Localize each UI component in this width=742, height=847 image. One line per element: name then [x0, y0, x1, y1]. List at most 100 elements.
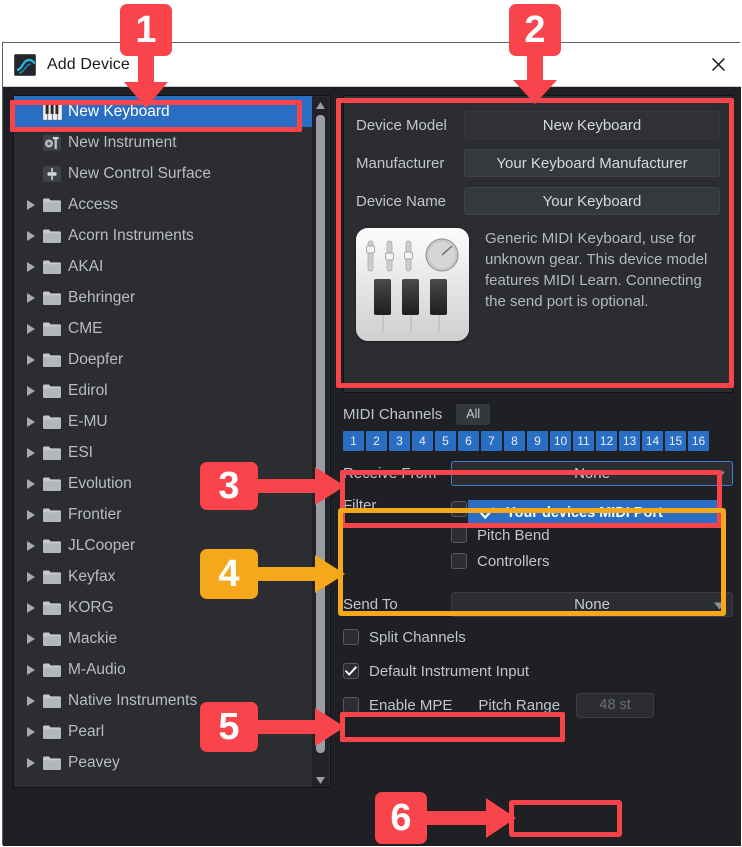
- midi-channel-7[interactable]: 7: [481, 431, 502, 451]
- tree-item-m-audio[interactable]: M-Audio: [14, 654, 312, 685]
- chevron-right-icon[interactable]: [22, 664, 40, 675]
- chevron-right-icon[interactable]: [22, 385, 40, 396]
- manufacturer-label: Manufacturer: [356, 154, 445, 172]
- filter-program-change-checkbox[interactable]: [451, 501, 467, 517]
- annotation-badge-3: 3: [200, 462, 258, 510]
- scrollbar-thumb[interactable]: [316, 115, 325, 753]
- tree-item-doepfer[interactable]: Doepfer: [14, 344, 312, 375]
- receive-from-combobox[interactable]: None: [451, 461, 733, 486]
- midi-keyboard-icon: [356, 228, 469, 341]
- annotation-arrow-4: [255, 555, 345, 593]
- folder-icon: [40, 787, 64, 788]
- tree-item-label: CME: [68, 319, 103, 337]
- midi-channel-2[interactable]: 2: [366, 431, 387, 451]
- chevron-right-icon[interactable]: [22, 633, 40, 644]
- filter-controllers-checkbox[interactable]: [451, 553, 467, 569]
- chevron-right-icon[interactable]: [22, 726, 40, 737]
- tree-item-mackie[interactable]: Mackie: [14, 623, 312, 654]
- split-channels-row[interactable]: Split Channels: [343, 622, 733, 652]
- close-icon[interactable]: [695, 43, 741, 86]
- midi-channel-11[interactable]: 11: [573, 431, 594, 451]
- chevron-right-icon[interactable]: [22, 199, 40, 210]
- chevron-right-icon[interactable]: [22, 354, 40, 365]
- tree-item-label: M-Audio: [68, 660, 126, 678]
- tree-item-acorn-instruments[interactable]: Acorn Instruments: [14, 220, 312, 251]
- scroll-down-icon[interactable]: [312, 772, 329, 787]
- tree-item-e-mu[interactable]: E-MU: [14, 406, 312, 437]
- folder-icon: [40, 291, 64, 305]
- midi-channel-12[interactable]: 12: [596, 431, 617, 451]
- folder-icon: [40, 632, 64, 646]
- tree-scrollbar[interactable]: [312, 97, 329, 787]
- tree-item-new-instrument[interactable]: New Instrument: [14, 127, 312, 158]
- filter-option-label: Controllers: [477, 552, 550, 570]
- midi-channel-5[interactable]: 5: [435, 431, 456, 451]
- annotation-badge-2: 2: [509, 4, 561, 56]
- tree-item-presonus[interactable]: PreSonus: [14, 778, 312, 788]
- chevron-right-icon[interactable]: [22, 416, 40, 427]
- midi-channels-label: MIDI Channels: [343, 405, 443, 423]
- midi-channel-16[interactable]: 16: [688, 431, 709, 451]
- filter-controllers-row[interactable]: Controllers: [451, 548, 733, 574]
- chevron-right-icon[interactable]: [22, 261, 40, 272]
- device-tree-list[interactable]: New Keyboard New Instrument New Control Su…: [14, 96, 312, 788]
- chevron-right-icon[interactable]: [22, 540, 40, 551]
- send-to-value: None: [574, 596, 610, 613]
- chevron-right-icon[interactable]: [22, 447, 40, 458]
- midi-channel-14[interactable]: 14: [642, 431, 663, 451]
- midi-channel-13[interactable]: 13: [619, 431, 640, 451]
- tree-item-label: PreSonus: [68, 785, 136, 788]
- midi-channel-10[interactable]: 10: [550, 431, 571, 451]
- fader-icon: [40, 165, 64, 182]
- split-channels-checkbox[interactable]: [343, 629, 359, 645]
- chevron-right-icon[interactable]: [22, 323, 40, 334]
- tree-item-label: Acorn Instruments: [68, 226, 194, 244]
- tree-item-akai[interactable]: AKAI: [14, 251, 312, 282]
- midi-channel-9[interactable]: 9: [527, 431, 548, 451]
- filter-pitch-bend-checkbox[interactable]: [451, 527, 467, 543]
- chevron-right-icon[interactable]: [22, 695, 40, 706]
- chevron-right-icon[interactable]: [22, 757, 40, 768]
- midi-channel-4[interactable]: 4: [412, 431, 433, 451]
- folder-icon: [40, 570, 64, 584]
- default-instrument-input-row[interactable]: Default Instrument Input: [343, 656, 733, 686]
- midi-channel-15[interactable]: 15: [665, 431, 686, 451]
- midi-channel-buttons[interactable]: 1 2 3 4 5 6 7 8 9 10 11 12 13 14 15 16: [343, 431, 733, 451]
- enable-mpe-checkbox[interactable]: [343, 697, 359, 713]
- chevron-right-icon[interactable]: [22, 292, 40, 303]
- tree-item-esi[interactable]: ESI: [14, 437, 312, 468]
- enable-mpe-row: Enable MPE Pitch Range 48 st: [343, 690, 733, 720]
- receive-from-dropdown-option[interactable]: Your devices MIDI Port: [468, 500, 720, 526]
- midi-channel-6[interactable]: 6: [458, 431, 479, 451]
- tree-item-new-control-surface[interactable]: New Control Surface: [14, 158, 312, 189]
- tree-item-korg[interactable]: KORG: [14, 592, 312, 623]
- piano-keys-icon: [40, 103, 64, 120]
- midi-channel-1[interactable]: 1: [343, 431, 364, 451]
- folder-icon: [40, 539, 64, 553]
- tree-item-edirol[interactable]: Edirol: [14, 375, 312, 406]
- chevron-right-icon[interactable]: [22, 230, 40, 241]
- default-instrument-input-checkbox[interactable]: [343, 663, 359, 679]
- tree-item-access[interactable]: Access: [14, 189, 312, 220]
- chevron-right-icon[interactable]: [22, 478, 40, 489]
- tree-item-cme[interactable]: CME: [14, 313, 312, 344]
- chevron-right-icon[interactable]: [22, 602, 40, 613]
- tree-item-label: Mackie: [68, 629, 118, 647]
- annotation-badge-4: 4: [200, 549, 258, 599]
- device-name-input[interactable]: Your Keyboard: [464, 187, 720, 215]
- manufacturer-input[interactable]: Your Keyboard Manufacturer: [464, 149, 720, 177]
- receive-from-row: Receive From None: [343, 460, 733, 487]
- tree-item-peavey[interactable]: Peavey: [14, 747, 312, 778]
- midi-channel-8[interactable]: 8: [504, 431, 525, 451]
- midi-channel-3[interactable]: 3: [389, 431, 410, 451]
- tree-item-behringer[interactable]: Behringer: [14, 282, 312, 313]
- chevron-right-icon[interactable]: [22, 509, 40, 520]
- scroll-up-icon[interactable]: [312, 97, 329, 113]
- device-tree-panel: New Keyboard New Instrument New Control Su…: [13, 95, 331, 788]
- filter-option-label: Pitch Bend: [477, 526, 550, 544]
- tree-item-label: KORG: [68, 598, 114, 616]
- all-channels-button[interactable]: All: [456, 403, 491, 425]
- chevron-right-icon[interactable]: [22, 571, 40, 582]
- send-to-combobox[interactable]: None: [451, 592, 733, 617]
- annotation-badge-1: 1: [120, 4, 172, 56]
